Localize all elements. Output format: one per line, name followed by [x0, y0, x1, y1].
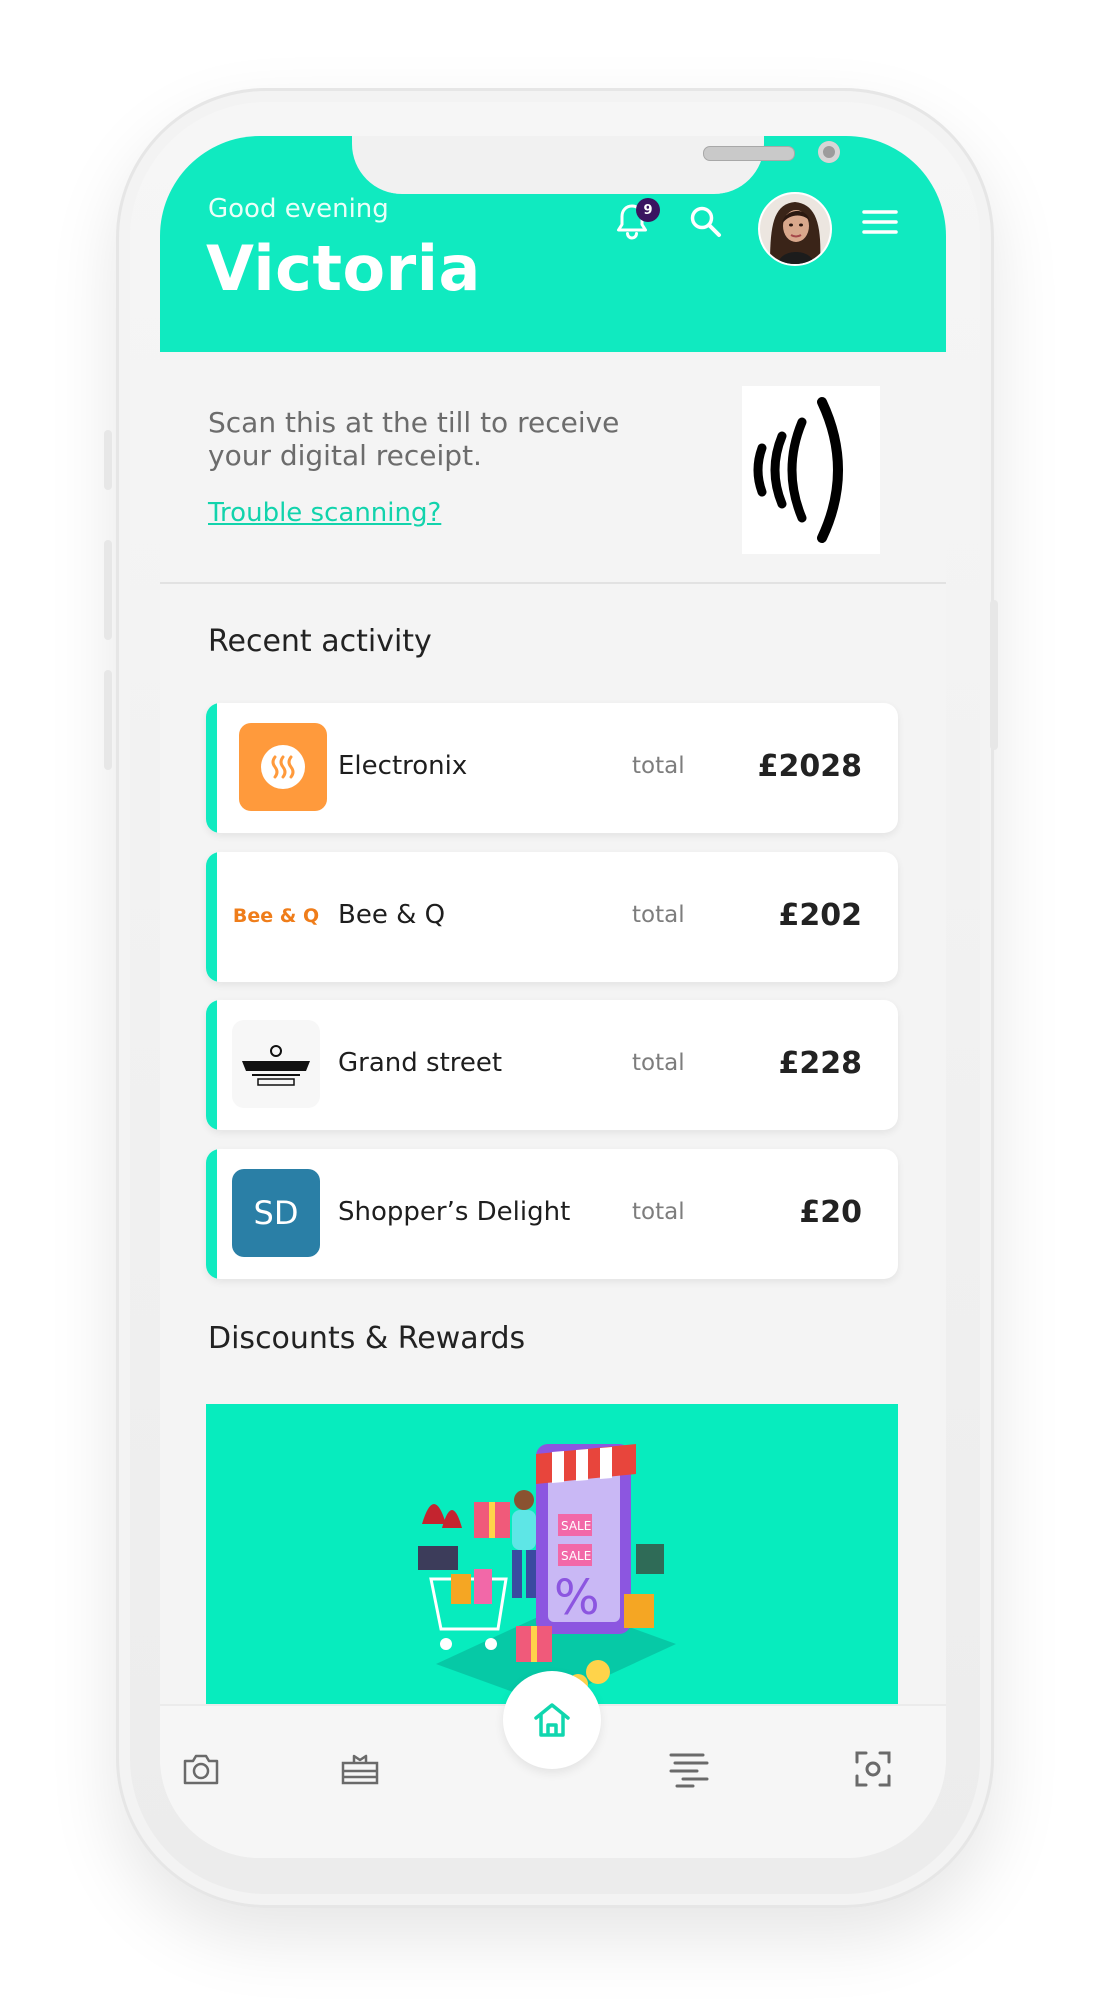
row-accent [206, 703, 217, 833]
list-icon [669, 1753, 709, 1788]
store-name: Electronix [338, 751, 468, 781]
grand-street-logo-mark [242, 1045, 310, 1086]
activity-row-grand-street[interactable]: Grand street total £228 [206, 1000, 898, 1130]
profile-photo [760, 194, 830, 264]
side-button [104, 540, 112, 640]
bee-and-q-logo: Bee & Q [232, 872, 320, 960]
total-amount: £202 [778, 898, 863, 933]
home-icon [534, 1703, 570, 1737]
svg-text:SALE: SALE [561, 1519, 591, 1533]
total-label: total [632, 1050, 685, 1076]
svg-text:SALE: SALE [561, 1549, 591, 1563]
total-amount: £20 [799, 1195, 862, 1230]
nav-camera-button[interactable] [178, 1746, 224, 1792]
menu-button[interactable] [860, 204, 900, 240]
side-button [104, 670, 112, 770]
nav-gift-card-button[interactable] [337, 1746, 383, 1792]
menu-icon [862, 210, 898, 234]
store-name: Shopper’s Delight [338, 1197, 571, 1227]
heels [422, 1504, 462, 1528]
search-button[interactable] [686, 202, 726, 242]
section-divider [160, 582, 946, 584]
phone-notch [352, 136, 840, 194]
app-header: Good evening Victoria 9 [160, 136, 946, 352]
shopper-figure [512, 1490, 536, 1598]
app-screen: Good evening Victoria 9 Scan this at the… [160, 136, 946, 1858]
svg-text:%: % [554, 1570, 600, 1626]
gift-card-icon [341, 1754, 379, 1785]
total-label: total [632, 1199, 685, 1225]
scan-instruction: Scan this at the till to receive your di… [208, 406, 620, 472]
activity-row-shoppers-delight[interactable]: SD Shopper’s Delight total £20 [206, 1149, 898, 1279]
phone-shop-illustration: SALE SALE % [536, 1444, 636, 1634]
nav-home-button[interactable] [503, 1671, 601, 1769]
search-icon [690, 206, 721, 237]
avatar[interactable] [758, 192, 832, 266]
camera-icon [183, 1754, 219, 1785]
user-name: Victoria [206, 232, 481, 305]
electronix-logo [239, 723, 327, 811]
row-accent [206, 1149, 217, 1279]
grand-street-logo [232, 1020, 320, 1108]
row-accent [206, 852, 217, 982]
store-name: Bee & Q [338, 900, 446, 930]
front-camera [818, 141, 840, 163]
greeting-text: Good evening [208, 194, 389, 224]
activity-row-electronix[interactable]: Electronix total £2028 [206, 703, 898, 833]
store-name: Grand street [338, 1048, 503, 1078]
activity-row-bee-and-q[interactable]: Bee & Q Bee & Q total £202 [206, 852, 898, 982]
nav-list-button[interactable] [666, 1746, 712, 1792]
nfc-icon [753, 397, 843, 543]
total-label: total [632, 753, 685, 779]
electronix-logo-icon [261, 745, 305, 789]
total-label: total [632, 902, 685, 928]
discounts-rewards-title: Discounts & Rewards [208, 1321, 526, 1356]
total-amount: £228 [778, 1046, 863, 1081]
nfc-scan-area[interactable] [742, 386, 880, 554]
row-accent [206, 1000, 217, 1130]
speaker-grille [703, 146, 795, 161]
scan-icon [855, 1751, 891, 1787]
nav-scan-button[interactable] [850, 1746, 896, 1792]
total-amount: £2028 [757, 749, 862, 784]
side-button [104, 430, 112, 490]
notification-badge: 9 [636, 198, 660, 222]
side-button [990, 600, 998, 750]
recent-activity-title: Recent activity [208, 624, 432, 659]
shoppers-delight-logo: SD [232, 1169, 320, 1257]
trouble-scanning-link[interactable]: Trouble scanning? [208, 498, 441, 528]
